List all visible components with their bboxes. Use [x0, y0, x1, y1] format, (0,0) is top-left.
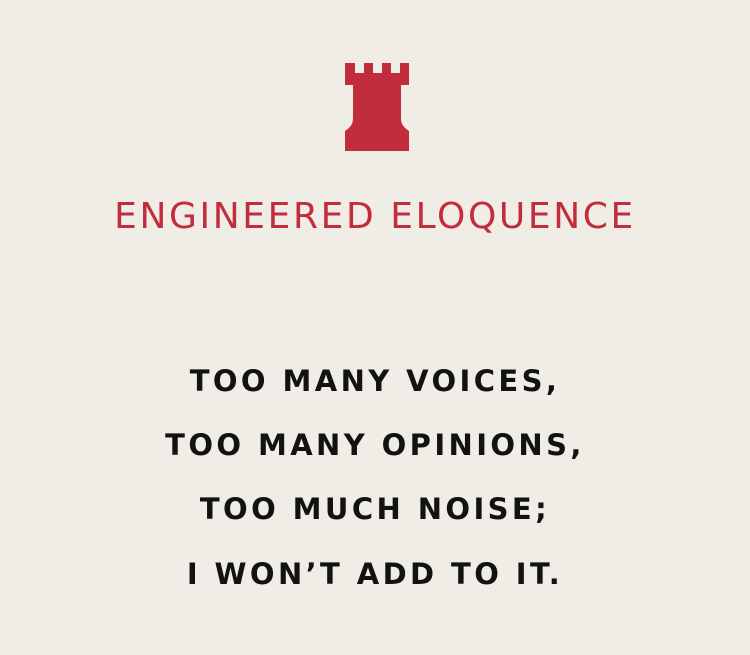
- quote-line-2: TOO MANY OPINIONS,: [165, 428, 585, 462]
- logo: [345, 63, 409, 151]
- quote-line-3: TOO MUCH NOISE;: [199, 492, 551, 526]
- brand-title: ENGINEERED ELOQUENCE: [114, 196, 636, 237]
- quote-line-1: TOO MANY VOICES,: [189, 364, 561, 398]
- quote-line-4: I WON’T ADD TO IT.: [186, 557, 564, 591]
- rook-icon: [345, 63, 409, 151]
